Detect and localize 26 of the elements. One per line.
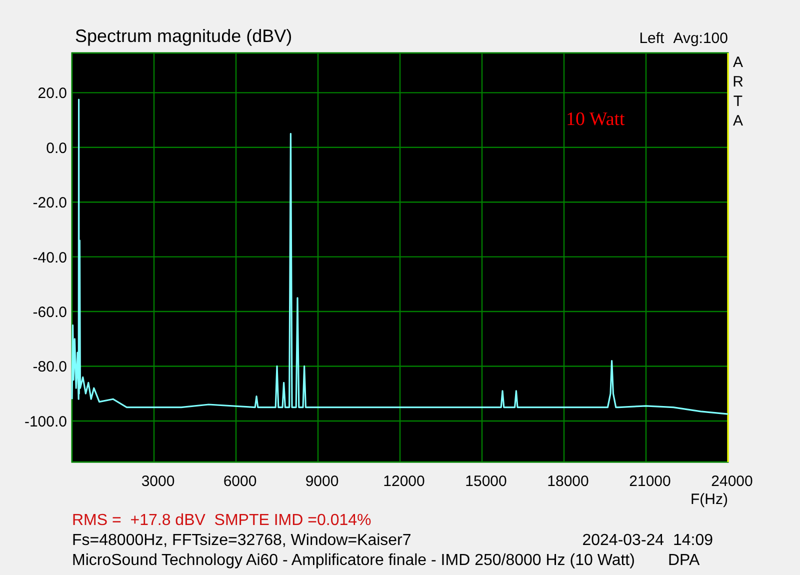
x-tick-label: 21000 [629,473,671,490]
y-tick-label: -60.0 [32,304,67,322]
mode-text: DPA [668,551,700,571]
x-tick-label: 18000 [547,473,589,490]
chart-title: Spectrum magnitude (dBV) [75,26,294,48]
y-tick-label: -40.0 [32,249,67,266]
x-tick-label: 9000 [305,473,339,490]
channel-label: Left [639,30,664,47]
description-text: MicroSound Technology Ai60 - Amplificatore finale - IMD 250/8000 Hz (10 Watt) [72,551,635,571]
x-tick-label: 12000 [383,473,425,490]
averaging-label: Avg:100 [673,30,728,47]
y-tick-label: 20.0 [38,85,67,102]
x-axis-title: F(Hz) [690,491,728,508]
annotation-label: 10 Watt [566,109,625,130]
timestamp-text: 2024-03-24 14:09 [582,531,713,551]
x-tick-label: 3000 [141,473,175,490]
vertical-label: ARTA [732,54,744,130]
settings-text: Fs=48000Hz, FFTsize=32768, Window=Kaiser7 [72,531,412,551]
x-tick-label: 15000 [465,473,507,490]
y-tick-label: 0.0 [46,140,67,157]
y-tick-label: -20.0 [32,194,67,212]
x-tick-label: 24000 [711,473,753,490]
x-tick-label: 6000 [223,473,257,490]
measurement-readout: RMS = +17.8 dBV SMPTE IMD =0.014% [72,511,372,531]
y-tick-label: -100.0 [24,413,67,430]
y-tick-label: -80.0 [32,358,67,376]
